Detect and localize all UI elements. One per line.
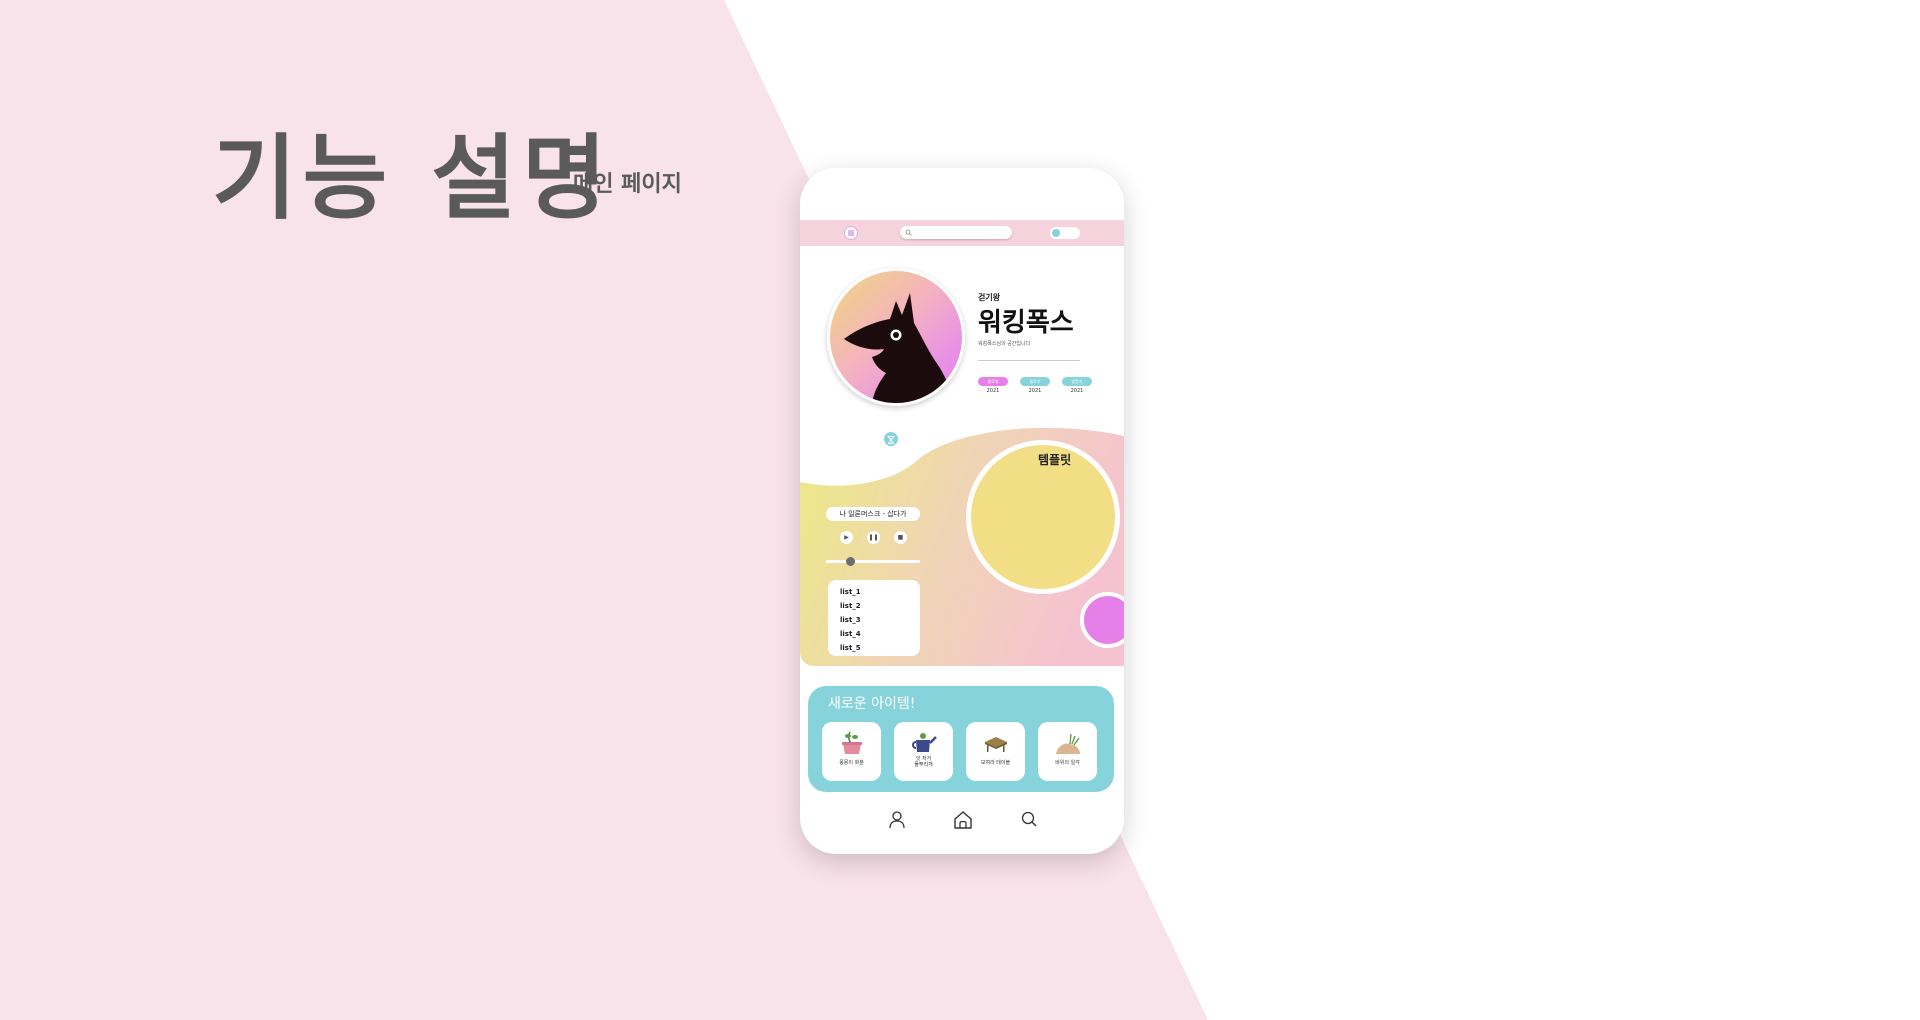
stat-year: 2021 (1070, 388, 1084, 394)
stat-label: 팔로우 (1020, 377, 1050, 386)
profile-bio: 워킹폭스님의 공간입니다 (978, 341, 1031, 347)
top-bar (800, 220, 1124, 246)
playlist-item[interactable]: list_2 (840, 602, 861, 610)
stat-label: 방문자 (1062, 377, 1092, 386)
item-label: 모여라 테이블 (980, 760, 1011, 766)
rock-icon (1056, 733, 1080, 754)
profile-icon[interactable] (888, 810, 906, 830)
pause-icon: ❚❚ (868, 534, 879, 541)
fox-icon (844, 293, 954, 403)
playlist-item[interactable]: list_5 (840, 644, 861, 652)
playlist-item[interactable]: list_4 (840, 630, 861, 638)
item-label: 몽몽이 화분 (839, 760, 864, 766)
profile-divider (978, 360, 1080, 361)
song-title: 나 일론머스크 - 삽다가 (826, 507, 920, 521)
new-items-title: 새로운 아이템! (828, 696, 916, 712)
stat-year: 2021 (1028, 388, 1042, 394)
item-card-rock[interactable]: 바위의 일각 (1038, 722, 1097, 781)
item-card-table[interactable]: 모여라 테이블 (966, 722, 1025, 781)
pause-button[interactable]: ❚❚ (867, 531, 880, 544)
avatar[interactable] (827, 268, 965, 406)
playlist-item[interactable]: list_3 (840, 616, 861, 624)
progress-bar[interactable] (826, 557, 920, 566)
item-label-line: 물뿌리개 (914, 762, 933, 768)
stat-followers[interactable]: 팔로워 2021 (978, 377, 1008, 394)
watering-can-icon (912, 733, 937, 752)
page-title: 기능 설명 (212, 125, 613, 232)
menu-icon (848, 230, 854, 236)
profile-name: 워킹폭스 (978, 308, 1074, 338)
stop-button[interactable]: ■ (894, 531, 907, 544)
template-label: 템플릿 (1038, 453, 1072, 467)
menu-button[interactable] (844, 226, 858, 240)
item-label: 바위의 일각 (1055, 760, 1080, 766)
search-input[interactable] (900, 226, 1012, 239)
search-icon (905, 229, 912, 236)
item-card-flowerpot[interactable]: 몽몽이 화분 (822, 722, 881, 781)
playlist-item[interactable]: list_1 (840, 588, 861, 596)
new-items-panel: 새로운 아이템! 몽몽이 화분 잇 저거 물뿌리개 모여라 테이블 바위의 일각 (808, 686, 1114, 792)
playlist: list_1 list_2 list_3 list_4 list_5 (828, 580, 920, 656)
table-icon (985, 737, 1007, 752)
stat-following[interactable]: 팔로우 2021 (1020, 377, 1050, 394)
theme-toggle[interactable] (1050, 227, 1080, 239)
hourglass-icon (882, 430, 900, 448)
flowerpot-icon (842, 731, 862, 754)
play-button[interactable]: ▶ (840, 531, 853, 544)
toggle-knob (1052, 229, 1060, 237)
home-icon[interactable] (952, 810, 974, 830)
item-card-watering-can[interactable]: 잇 저거 물뿌리개 (894, 722, 953, 781)
item-label: 잇 저거 물뿌리개 (894, 756, 953, 768)
stop-icon: ■ (897, 534, 904, 541)
stat-visitors[interactable]: 방문자 2021 (1062, 377, 1092, 394)
stat-year: 2021 (986, 388, 1000, 394)
page-subtitle: 메인 페이지 (573, 172, 682, 197)
progress-knob[interactable] (845, 557, 855, 566)
phone-mockup: 걷기왕 워킹폭스 워킹폭스님의 공간입니다 팔로워 2021 팔로우 2021 … (800, 168, 1124, 854)
search-nav-icon[interactable] (1020, 810, 1038, 830)
stat-label: 팔로워 (978, 377, 1008, 386)
play-icon: ▶ (844, 534, 849, 541)
